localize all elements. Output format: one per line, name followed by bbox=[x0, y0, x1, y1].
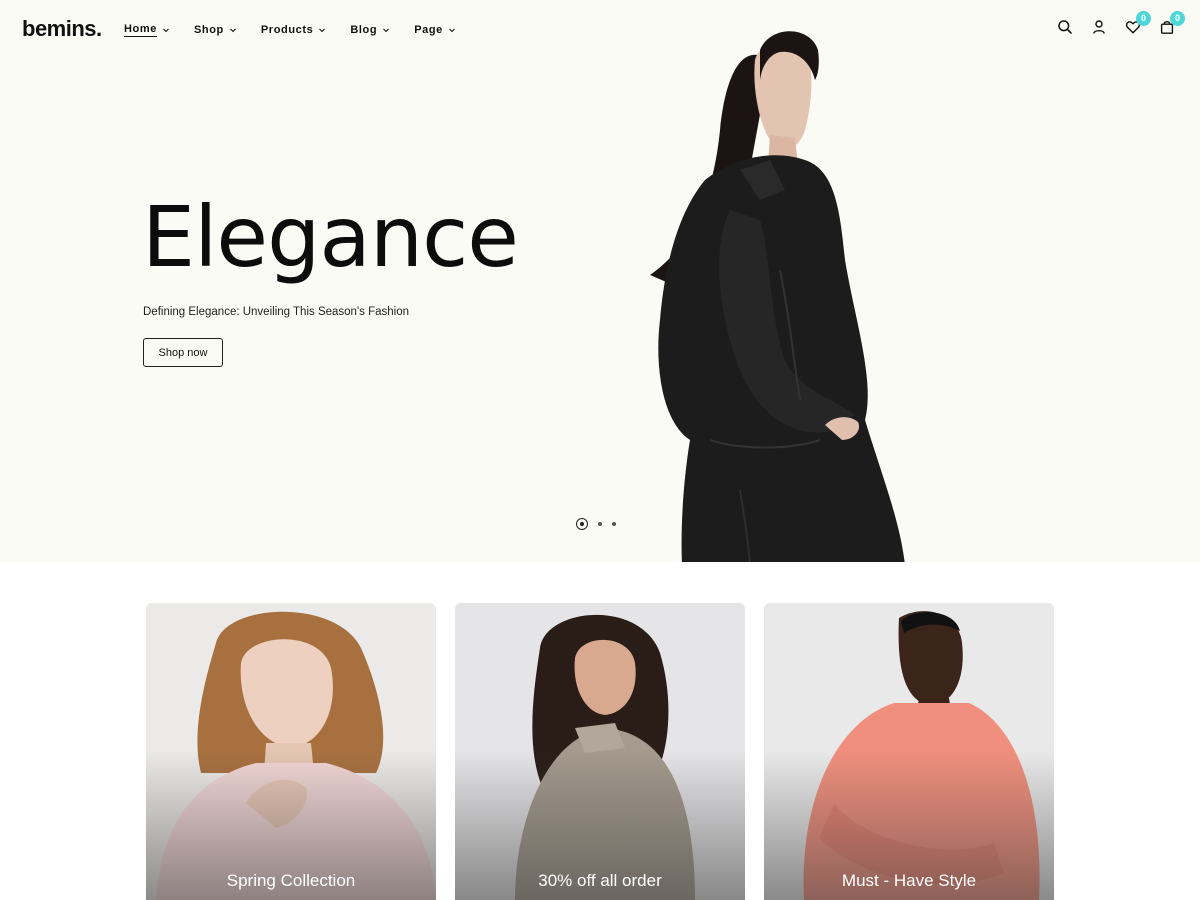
wishlist-count-badge: 0 bbox=[1136, 11, 1151, 26]
card-title: Spring Collection bbox=[226, 871, 356, 890]
search-icon[interactable] bbox=[1056, 18, 1074, 36]
cart-count-badge: 0 bbox=[1170, 11, 1185, 26]
slider-dots bbox=[576, 518, 616, 530]
hero-model-image bbox=[650, 31, 905, 562]
chevron-down-icon bbox=[383, 28, 390, 33]
chevron-down-icon bbox=[319, 28, 326, 33]
shop-now-button[interactable]: Shop now bbox=[143, 338, 223, 367]
nav-item-home[interactable]: Home bbox=[124, 23, 170, 37]
chevron-down-icon bbox=[163, 28, 169, 33]
slide-dot-3[interactable] bbox=[612, 522, 616, 526]
nav-item-label: Products bbox=[260, 24, 314, 36]
nav-item-label: Shop bbox=[193, 24, 224, 36]
chevron-down-icon bbox=[449, 28, 455, 33]
main-nav: Home Shop Products Blog Page bbox=[124, 23, 480, 37]
nav-item-label: Blog bbox=[350, 24, 378, 36]
card-title: 30% off all order bbox=[538, 871, 662, 890]
wishlist-heart-icon[interactable]: 0 bbox=[1124, 11, 1151, 36]
slide-dot-2[interactable] bbox=[598, 522, 602, 526]
slide-dot-1[interactable] bbox=[576, 518, 588, 530]
nav-item-shop[interactable]: Shop bbox=[194, 23, 237, 37]
collection-card-spring[interactable]: Spring Collection bbox=[146, 603, 436, 900]
collection-cards: Spring Collection 30% off all order Must… bbox=[146, 603, 1054, 900]
site-header: bemins. Home Shop Products Blog Page 0 0 bbox=[0, 0, 1200, 60]
logo[interactable]: bemins. bbox=[22, 16, 102, 42]
nav-item-page[interactable]: Page bbox=[414, 23, 456, 37]
chevron-down-icon bbox=[229, 28, 236, 33]
nav-item-products[interactable]: Products bbox=[261, 23, 326, 37]
collection-card-discount[interactable]: 30% off all order bbox=[455, 603, 745, 900]
user-icon[interactable] bbox=[1090, 18, 1108, 36]
nav-item-blog[interactable]: Blog bbox=[350, 23, 390, 37]
card-title: Must - Have Style bbox=[841, 871, 977, 890]
header-icons: 0 0 bbox=[1056, 11, 1185, 36]
hero-title: Elegance bbox=[142, 188, 519, 286]
collection-card-style[interactable]: Must - Have Style bbox=[764, 603, 1054, 900]
hero-subtitle: Defining Elegance: Unveiling This Season… bbox=[143, 306, 409, 318]
nav-item-label: Home bbox=[124, 23, 157, 37]
nav-item-label: Page bbox=[414, 24, 443, 36]
shopping-bag-icon[interactable]: 0 bbox=[1158, 11, 1185, 36]
hero-banner: bemins. Home Shop Products Blog Page 0 0… bbox=[0, 0, 1200, 562]
